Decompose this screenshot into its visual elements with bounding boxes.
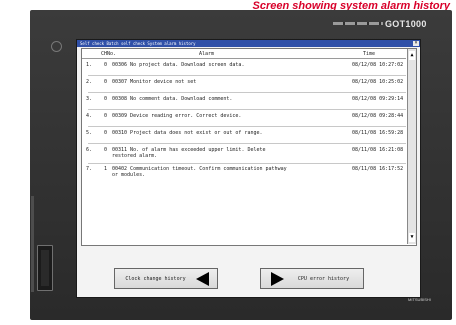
row-index: 1. xyxy=(86,62,93,68)
row-channel: 0 xyxy=(104,79,108,85)
brand-logo: GOT1000 xyxy=(385,19,427,29)
row-index: 3. xyxy=(86,96,93,102)
row-index: 5. xyxy=(86,130,93,136)
table-row[interactable]: 4. 0 00309 Device reading error. Correct… xyxy=(82,113,406,125)
arrow-right-icon xyxy=(271,271,284,286)
brand-stripe xyxy=(333,22,383,25)
row-time: 08/12/08 09:28:44 xyxy=(352,113,404,119)
row-channel: 0 xyxy=(104,113,108,119)
row-message: 00307 Monitor device not set xyxy=(112,79,197,85)
row-divider xyxy=(88,109,406,110)
table-row[interactable]: 2. 0 00307 Monitor device not set 08/12/… xyxy=(82,79,406,91)
cpu-error-history-button[interactable]: CPU error history xyxy=(260,268,364,289)
row-channel: 0 xyxy=(104,96,108,102)
vertical-scrollbar[interactable]: ▲ ▼ xyxy=(407,49,416,244)
header-divider xyxy=(82,58,406,59)
row-message: 00310 Project data does not exist or out… xyxy=(112,130,263,136)
scroll-up-icon[interactable]: ▲ xyxy=(409,51,415,60)
row-time: 08/12/08 10:25:02 xyxy=(352,79,404,85)
row-channel: 0 xyxy=(104,62,108,68)
clock-change-history-label: Clock change history xyxy=(125,275,186,282)
row-index: 2. xyxy=(86,79,93,85)
table-row[interactable]: 5. 0 00310 Project data does not exist o… xyxy=(82,130,406,142)
touch-screen: Self check Batch self check System alarm… xyxy=(76,39,421,298)
row-channel: 0 xyxy=(104,147,108,153)
row-channel: 0 xyxy=(104,130,108,136)
row-message: 00309 Device reading error. Correct devi… xyxy=(112,113,242,119)
row-time: 08/11/08 16:21:08 xyxy=(352,147,404,153)
window-title: Self check Batch self check System alarm… xyxy=(80,41,196,46)
scroll-down-icon[interactable]: ▼ xyxy=(409,233,415,242)
row-channel: 1 xyxy=(104,166,108,172)
row-index: 4. xyxy=(86,113,93,119)
row-message: 00311 No. of alarm has exceeded upper li… xyxy=(112,147,266,159)
window-titlebar: Self check Batch self check System alarm… xyxy=(77,40,420,47)
row-divider xyxy=(88,163,406,164)
column-header-alarm: Alarm xyxy=(199,51,215,57)
arrow-left-icon xyxy=(196,271,209,286)
row-index: 6. xyxy=(86,147,93,153)
row-message: 00402 Communication timeout. Confirm com… xyxy=(112,166,287,178)
power-indicator-icon xyxy=(51,41,62,52)
usb-port-cover[interactable] xyxy=(37,245,53,291)
alarm-history-list: CHNo. Alarm Time 1. 0 00306 No project d… xyxy=(81,48,417,246)
column-header-chno: CHNo. xyxy=(101,51,117,57)
close-icon[interactable]: × xyxy=(413,41,419,46)
row-index: 7. xyxy=(86,166,93,172)
row-divider xyxy=(88,92,406,93)
row-time: 08/12/08 09:29:14 xyxy=(352,96,404,102)
row-divider xyxy=(88,126,406,127)
row-message: 00308 No comment data. Download comment. xyxy=(112,96,233,102)
table-row[interactable]: 7. 1 00402 Communication timeout. Confir… xyxy=(82,166,406,178)
table-row[interactable]: 3. 0 00308 No comment data. Download com… xyxy=(82,96,406,108)
row-divider xyxy=(88,75,406,76)
row-message: 00306 No project data. Download screen d… xyxy=(112,62,245,68)
row-time: 08/11/08 16:59:28 xyxy=(352,130,404,136)
column-header-time: Time xyxy=(363,51,376,57)
clock-change-history-button[interactable]: Clock change history xyxy=(114,268,218,289)
cpu-error-history-label: CPU error history xyxy=(297,275,350,282)
row-time: 08/12/08 10:27:02 xyxy=(352,62,404,68)
side-ridge xyxy=(31,196,34,292)
table-row[interactable]: 6. 0 00311 No. of alarm has exceeded upp… xyxy=(82,147,406,159)
table-row[interactable]: 1. 0 00306 No project data. Download scr… xyxy=(82,62,406,74)
row-time: 08/11/08 16:17:52 xyxy=(352,166,404,172)
row-divider xyxy=(88,143,406,144)
